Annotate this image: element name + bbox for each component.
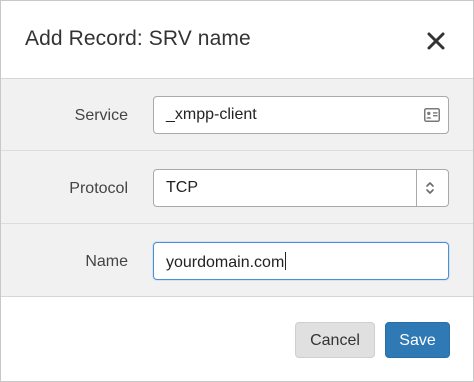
name-value-wrapper: yourdomain.com (166, 252, 287, 272)
protocol-value: TCP (166, 179, 198, 196)
protocol-row: Protocol TCP (1, 152, 473, 224)
service-label: Service (74, 107, 128, 124)
name-value: yourdomain.com (166, 254, 285, 271)
dialog-footer: Cancel Save (1, 297, 473, 381)
dialog-title: Add Record: SRV name (25, 27, 251, 50)
name-row: Name yourdomain.com (1, 225, 473, 297)
add-record-dialog: Add Record: SRV name Service _xmpp-clien… (0, 0, 474, 382)
select-divider (416, 170, 417, 206)
close-button[interactable] (425, 30, 447, 52)
contact-card-icon[interactable] (424, 108, 440, 122)
text-caret (285, 252, 287, 270)
close-icon (427, 32, 445, 50)
cancel-button[interactable]: Cancel (295, 322, 375, 358)
up-down-chevron-icon[interactable] (424, 179, 436, 197)
save-button[interactable]: Save (385, 322, 450, 358)
name-input[interactable]: yourdomain.com (153, 242, 449, 280)
name-label: Name (85, 253, 128, 270)
service-input[interactable]: _xmpp-client (153, 96, 449, 134)
service-value: _xmpp-client (166, 106, 257, 123)
service-row: Service _xmpp-client (1, 79, 473, 151)
protocol-select[interactable]: TCP (153, 169, 449, 207)
dialog-header: Add Record: SRV name (1, 1, 473, 78)
protocol-label: Protocol (69, 180, 128, 197)
dialog-body: Service _xmpp-client Protocol TCP Name y… (1, 78, 473, 297)
